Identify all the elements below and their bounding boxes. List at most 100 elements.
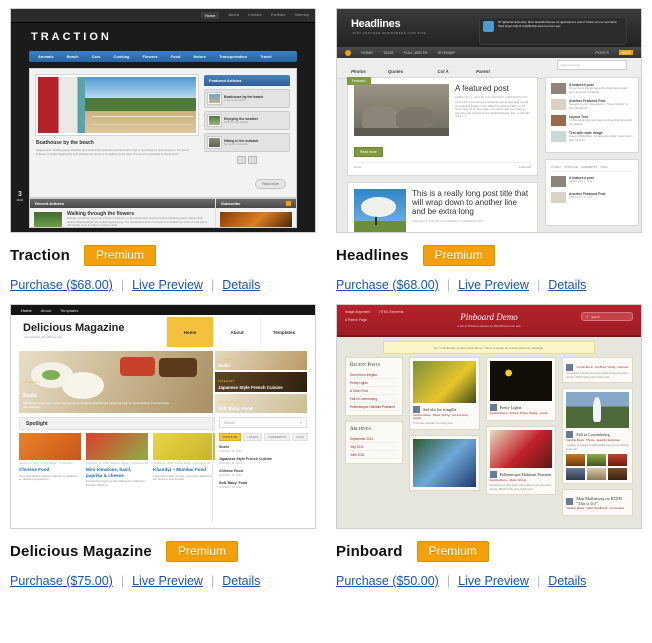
cat-flowers[interactable]: Flowers [142,54,157,59]
column-parent[interactable]: Parent Screen Options [476,60,495,82]
list-item[interactable]: Another Featured Post FEBRUARY 1, 2011 [551,192,633,203]
headlines-nav[interactable]: HOME TAGS FULL WIDTH SITEMAP POSTS RSS [337,47,641,58]
nav-templates[interactable]: Templates [60,308,78,313]
cat-transportation[interactable]: Transportation [219,54,247,59]
live-preview-link[interactable]: Live Preview [132,574,203,588]
tab-templates[interactable]: Templates [260,317,307,347]
theme-thumbnail-delicious-magazine[interactable]: Home About Templates Delicious Magazine … [10,304,316,529]
details-link[interactable]: Details [548,278,586,292]
details-link[interactable]: Details [548,574,586,588]
rail-item[interactable]: Soft 'Baby' Food JANUARY 11, 2010 [219,481,307,489]
nav-home[interactable]: Home [21,308,32,313]
sushi-photo[interactable]: CATEGORY Sushi Pellentesque varius neque… [19,351,213,413]
tab-comments[interactable]: COMMENTS [264,433,290,441]
cat-cooking[interactable]: Cooking [113,54,129,59]
post-card[interactable] [409,434,480,491]
read-more-button[interactable]: Read more [354,147,383,157]
archive-link[interactable]: July 2011 [350,443,398,451]
nav-full-width[interactable]: FULL WIDTH [404,50,428,55]
archive-link[interactable]: September 2011 [350,435,398,443]
nav-sitemap[interactable]: SITEMAP [437,50,455,55]
purchase-link[interactable]: Purchase ($68.00) [336,278,439,292]
search-input[interactable]: Enter keywords... [557,60,627,70]
nav-posts[interactable]: POSTS [595,50,609,55]
sidebar-item[interactable]: A featured post On our demo you will see… [551,83,633,94]
post-card[interactable]: This is a really long post title that wi… [347,182,538,232]
tab-tags[interactable]: TAGS [291,433,308,441]
featured-post-card[interactable]: Featured A featured post FEBRUARY 1, 201… [347,77,538,176]
food-card[interactable]: October 11, 2009 | Theme Buster | Commen… [153,433,215,522]
column-photos[interactable]: Photos You can set [351,60,366,82]
post-card[interactable]: Caroline Moore · WordPress, Writing · pe… [562,357,634,383]
rss-icon[interactable] [286,201,291,206]
delicious-top-nav[interactable]: Home About Templates [11,305,315,315]
nav-contact[interactable]: Contact [248,12,262,19]
cat-nature[interactable]: Nature [193,54,206,59]
recent-link[interactable]: Sed elit leo fringilla [350,371,398,379]
live-preview-link[interactable]: Live Preview [132,278,203,292]
delicious-tabs[interactable]: Home About Templates [166,317,307,347]
food-card[interactable]: November 11, 2009 | Magnus Jepson | Comm… [86,433,148,522]
read-more-button[interactable]: Read more [255,179,286,189]
nav-about[interactable]: About [228,12,238,19]
post-card[interactable]: Sed elit leo fringilla Caroline Moore · … [409,357,480,430]
cat-cars[interactable]: Cars [92,54,101,59]
recent-link[interactable]: Fall in Luxembourg [350,395,398,403]
purchase-link[interactable]: Purchase ($50.00) [336,574,439,588]
theme-thumbnail-headlines[interactable]: Headlines JUST ANOTHER WORDPRESS.COM SIT… [336,8,642,233]
cat-animals[interactable]: Animals [38,54,54,59]
side-cell-baby-food[interactable]: SUB CATEGORY Soft 'Baby' Food [215,393,307,413]
prev-arrow-icon[interactable] [237,156,246,164]
cat-beach[interactable]: Beach [67,54,79,59]
nav-about[interactable]: About [41,308,51,313]
recent-link[interactable]: A Short Post [350,387,398,395]
archive-link[interactable]: June 2011 [350,451,398,459]
tab-about[interactable]: About [213,317,260,347]
theme-thumbnail-traction[interactable]: Home About Contact Portfolio Sitemap TRA… [10,8,316,233]
nav-portfolio[interactable]: Portfolio [271,12,286,19]
traction-category-bar[interactable]: Animals Beach Cars Cooking Flowers Food … [29,51,297,62]
tab-home[interactable]: Home [166,317,213,347]
side-cell-japanese[interactable]: CATEGORY Japanese Style French Cuisine [215,372,307,392]
next-arrow-icon[interactable] [248,156,257,164]
sidebar-item[interactable]: Layout Test On this single blog post pag… [551,115,633,126]
details-link[interactable]: Details [222,278,260,292]
column-quotes[interactable]: Quotes Category Descriptions [388,60,416,82]
purchase-link[interactable]: Purchase ($75.00) [10,574,113,588]
post-card[interactable]: Pellentesque Habitant Praesent Caroline … [485,426,557,495]
column-col-a[interactable]: Col A In WP Menus [437,60,454,82]
post-card[interactable]: Fall in Luxembourg Caroline Moore · Phot… [562,388,634,484]
cat-travel[interactable]: Travel [260,54,272,59]
photo-gallery[interactable] [566,454,629,480]
sidebar-item[interactable]: Hiking in the outback My week in Austral… [204,133,290,152]
live-preview-link[interactable]: Live Preview [458,278,529,292]
recent-link[interactable]: Pretty Lights [350,379,398,387]
nav-home[interactable]: HOME [361,50,373,55]
tab-popular[interactable]: POPULAR [219,433,242,441]
nav-home[interactable]: Home [200,12,220,19]
food-card[interactable]: January 11, 2010 | Theme Buster | 1 Comm… [19,433,81,522]
post-card[interactable]: Matt Mullenweg on KTEH "This is Us!" Car… [562,489,634,516]
sidebar-item[interactable]: Boathouse by the beach A day at the beac… [204,89,290,108]
nav-tags[interactable]: TAGS [383,50,394,55]
post-card[interactable]: Pretty Lights Caroline Moore · Artwork, … [485,357,557,421]
tab-popular[interactable]: POPULAR [564,165,577,169]
tab-latest[interactable]: LATEST [551,165,561,169]
cat-food[interactable]: Food [171,54,181,59]
rail-item[interactable]: Sushi JANUARY 11, 2010 [219,445,307,453]
nav-sitemap[interactable]: Sitemap [294,12,309,19]
read-more-button[interactable]: Read more [412,231,441,232]
tab-tags[interactable]: TAGS [600,165,607,169]
search-icon[interactable]: ⚲ [300,421,302,425]
sidebar-item[interactable]: Enjoying the weather Beautiful day outsi… [204,111,290,130]
tab-comments[interactable]: COMMENTS [581,165,597,169]
home-icon[interactable] [345,49,351,56]
sidebar-item[interactable]: Test with wide image Image is 900x300px,… [551,131,633,142]
purchase-link[interactable]: Purchase ($68.00) [10,278,113,292]
details-link[interactable]: Details [222,574,260,588]
rail-item[interactable]: Chinese Food JANUARY 11, 2010 [219,469,307,477]
side-cell-sushi[interactable]: CATEGORY Sushi [215,351,307,371]
live-preview-link[interactable]: Live Preview [458,574,529,588]
recent-link[interactable]: Pellentesque Habitant Praesent [350,403,398,411]
rail-item[interactable]: Japanese Style French Cuisine JANUARY 11… [219,457,307,465]
